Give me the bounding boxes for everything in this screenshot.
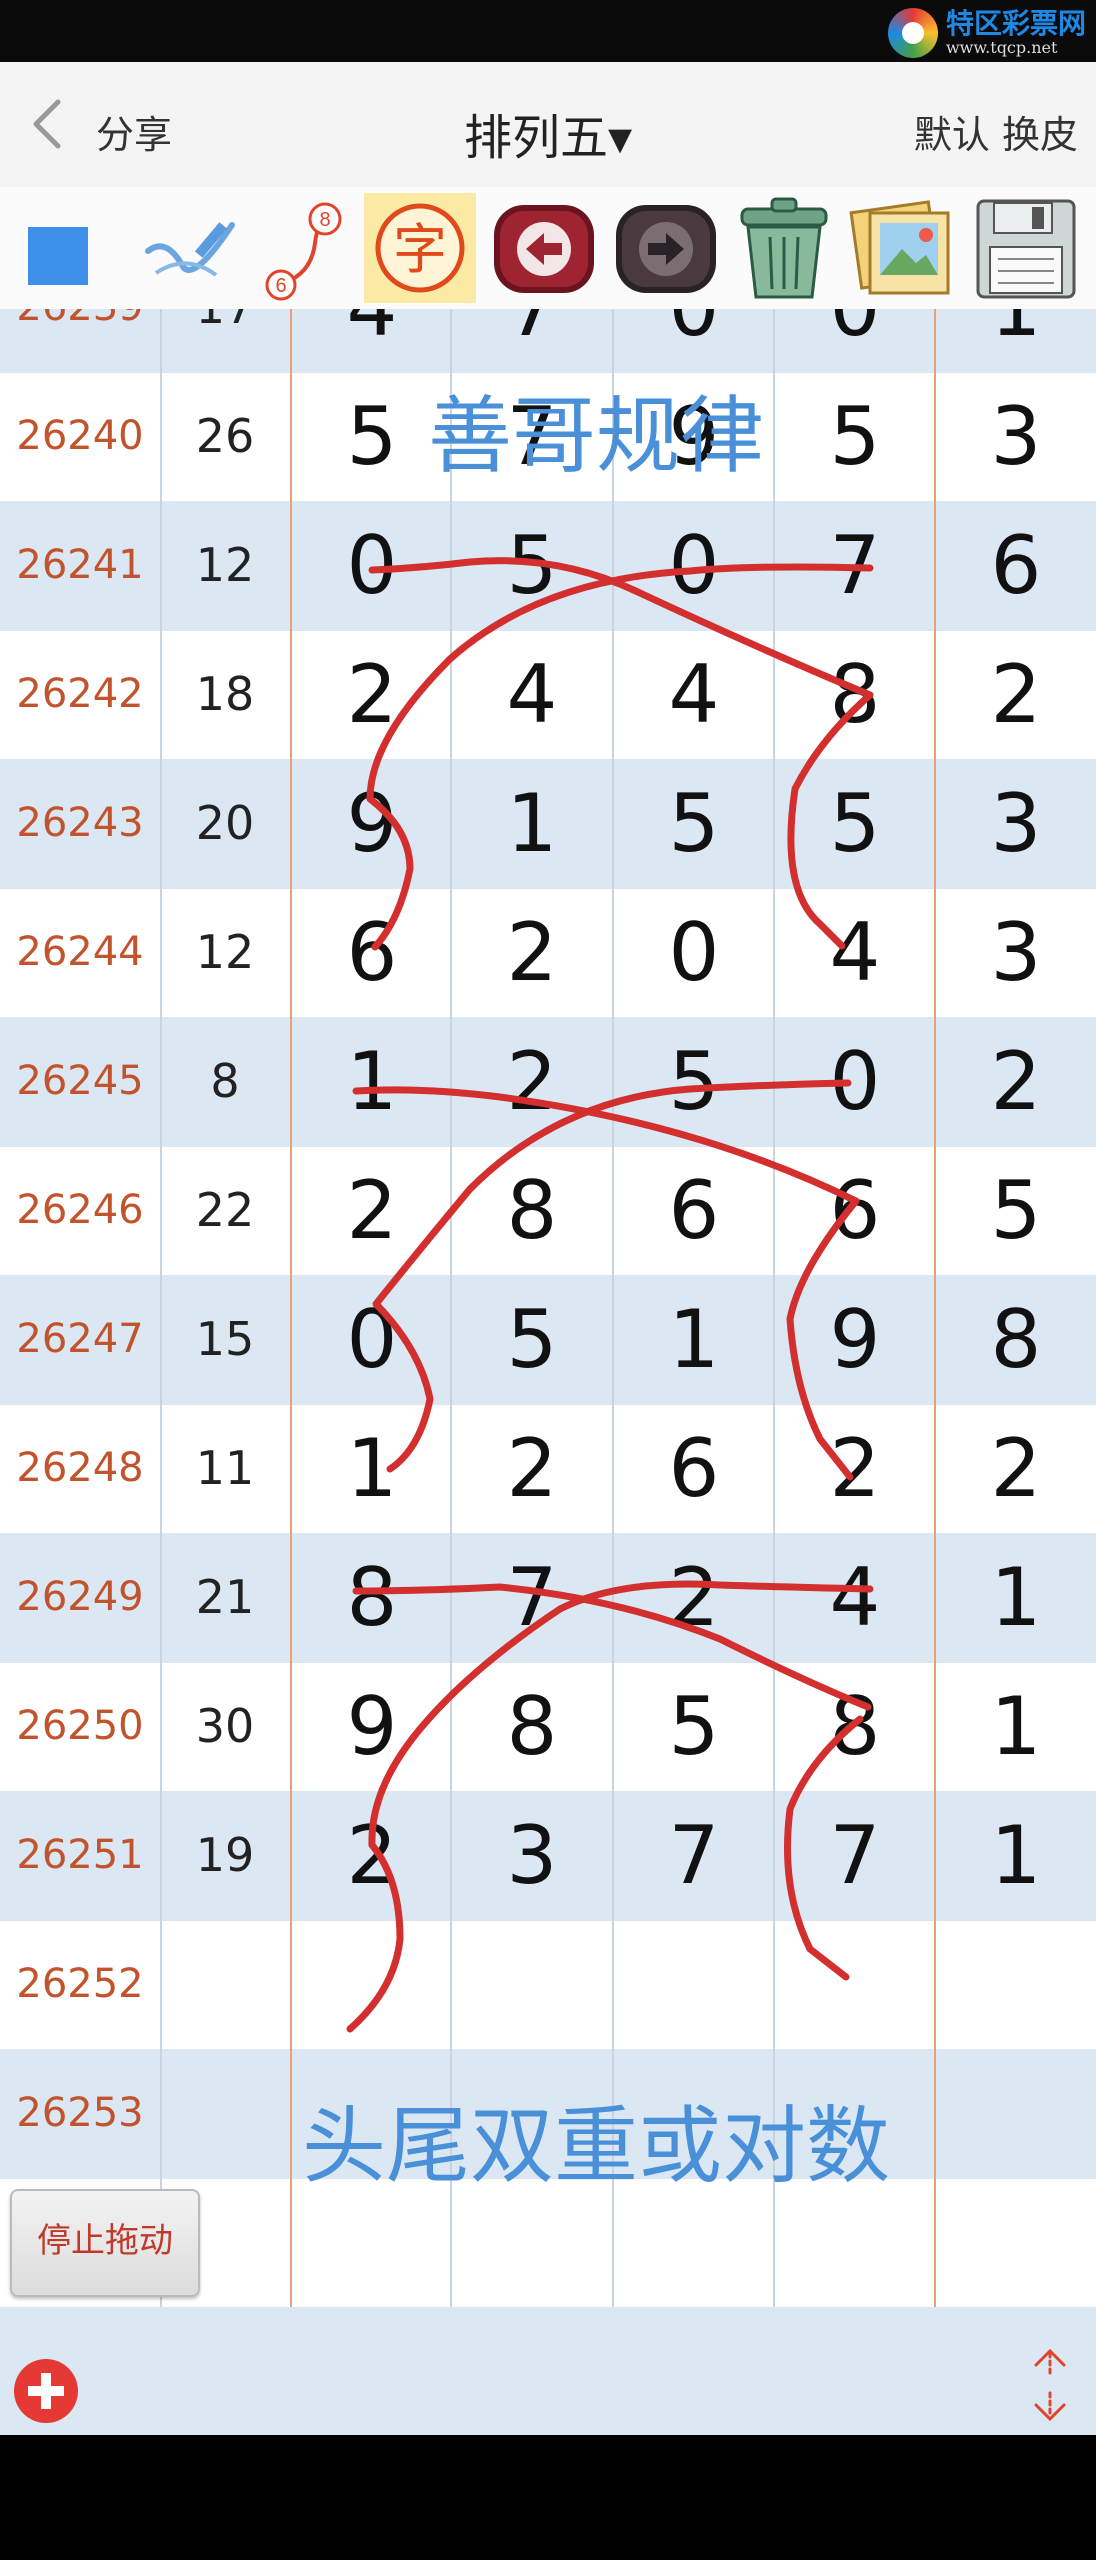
watermark: 特区彩票网 www.tqcp.net: [887, 7, 1086, 58]
undo-tool[interactable]: [488, 193, 600, 303]
stroke-line: [787, 691, 874, 950]
trash-icon: [740, 197, 828, 299]
save-tool[interactable]: [970, 193, 1082, 303]
image-tool[interactable]: [846, 193, 958, 303]
hand-drawn-strokes: [346, 557, 874, 2033]
status-bar: 特区彩票网 www.tqcp.net: [0, 0, 1096, 62]
pen-check-icon: [145, 222, 235, 277]
up-down-arrows-icon[interactable]: [1030, 2347, 1070, 2423]
bottom-bar: [0, 2307, 1096, 2435]
text-tool-label: 字: [393, 218, 447, 281]
connect-label-top: 8: [319, 209, 330, 231]
floppy-icon: [976, 199, 1076, 299]
trash-tool[interactable]: [728, 193, 840, 303]
redo-tool[interactable]: [610, 193, 722, 303]
stroke-line: [372, 1079, 852, 1473]
text-tool[interactable]: 字: [364, 193, 476, 303]
pen-tool[interactable]: [126, 193, 238, 303]
system-navigation-bar: [0, 2435, 1096, 2560]
stroke-line: [784, 1715, 864, 1981]
stroke-line: [352, 1583, 872, 1711]
connect-label-bottom: 6: [275, 275, 286, 297]
stroke-line: [786, 1197, 860, 1481]
line-connect-icon: 8 6: [265, 202, 342, 301]
navigation-bar: 分享 排列五▾ 默认 换皮: [0, 62, 1096, 187]
watermark-title: 特区彩票网: [945, 7, 1086, 40]
stop-drag-button[interactable]: 停止拖动: [10, 2189, 200, 2297]
plus-circle-icon[interactable]: [14, 2359, 78, 2423]
drawing-toolbar: 8 6 字: [0, 187, 1096, 310]
text-stamp-icon: 字: [375, 203, 465, 293]
watermark-url: www.tqcp.net: [945, 38, 1058, 57]
color-square-tool[interactable]: [0, 193, 112, 303]
picture-icon: [849, 200, 950, 295]
blue-square-icon: [28, 227, 88, 285]
connect-tool[interactable]: 8 6: [245, 193, 357, 303]
watermark-logo-icon: [887, 8, 938, 58]
skin-settings-button[interactable]: 默认 换皮: [914, 104, 1078, 159]
data-grid[interactable]: 2623917470012624026579532624112050762624…: [0, 309, 1096, 2307]
arrow-right-icon: [616, 205, 716, 293]
arrow-left-icon: [494, 205, 594, 293]
